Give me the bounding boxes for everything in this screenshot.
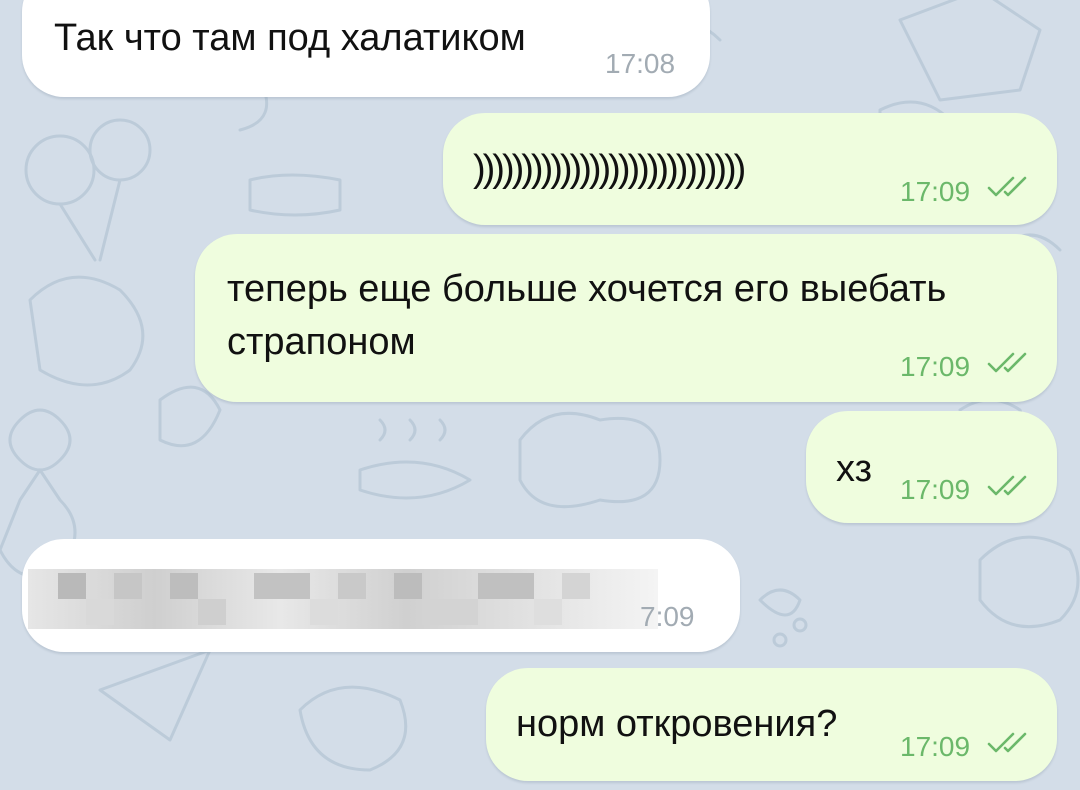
double-check-icon bbox=[987, 732, 1027, 753]
redacted-text-pixelation bbox=[28, 569, 658, 629]
message-bubble-outgoing[interactable]: )))))))))))))))))))))))))))) 17:09 bbox=[443, 113, 1057, 225]
message-time: 17:09 bbox=[900, 731, 971, 762]
message-bubble-outgoing[interactable]: теперь еще больше хочется его выебать ст… bbox=[195, 234, 1057, 402]
message-time: 17:09 bbox=[900, 351, 971, 382]
message-time: 7:09 bbox=[640, 601, 695, 632]
message-text: )))))))))))))))))))))))))))) bbox=[473, 148, 746, 190]
message-bubble-incoming-redacted[interactable]: 7:09 bbox=[22, 539, 740, 652]
message-bubble-incoming[interactable]: Так что там под халатиком 17:08 bbox=[22, 0, 710, 97]
message-text: хз bbox=[836, 448, 872, 490]
double-check-icon bbox=[987, 176, 1027, 197]
double-check-icon bbox=[987, 352, 1027, 373]
double-check-icon bbox=[987, 475, 1027, 496]
message-bubble-outgoing[interactable]: норм откровения? 17:09 bbox=[486, 668, 1057, 781]
message-time: 17:09 bbox=[900, 474, 971, 505]
message-time: 17:09 bbox=[900, 176, 971, 207]
message-text: норм откровения? bbox=[516, 703, 838, 745]
message-text: Так что там под халатиком bbox=[54, 17, 526, 59]
message-time: 17:08 bbox=[605, 48, 676, 79]
message-text-line-1: теперь еще больше хочется его выебать bbox=[227, 268, 947, 310]
message-text-line-2: страпоном bbox=[227, 321, 416, 363]
message-bubble-outgoing[interactable]: хз 17:09 bbox=[806, 411, 1057, 523]
